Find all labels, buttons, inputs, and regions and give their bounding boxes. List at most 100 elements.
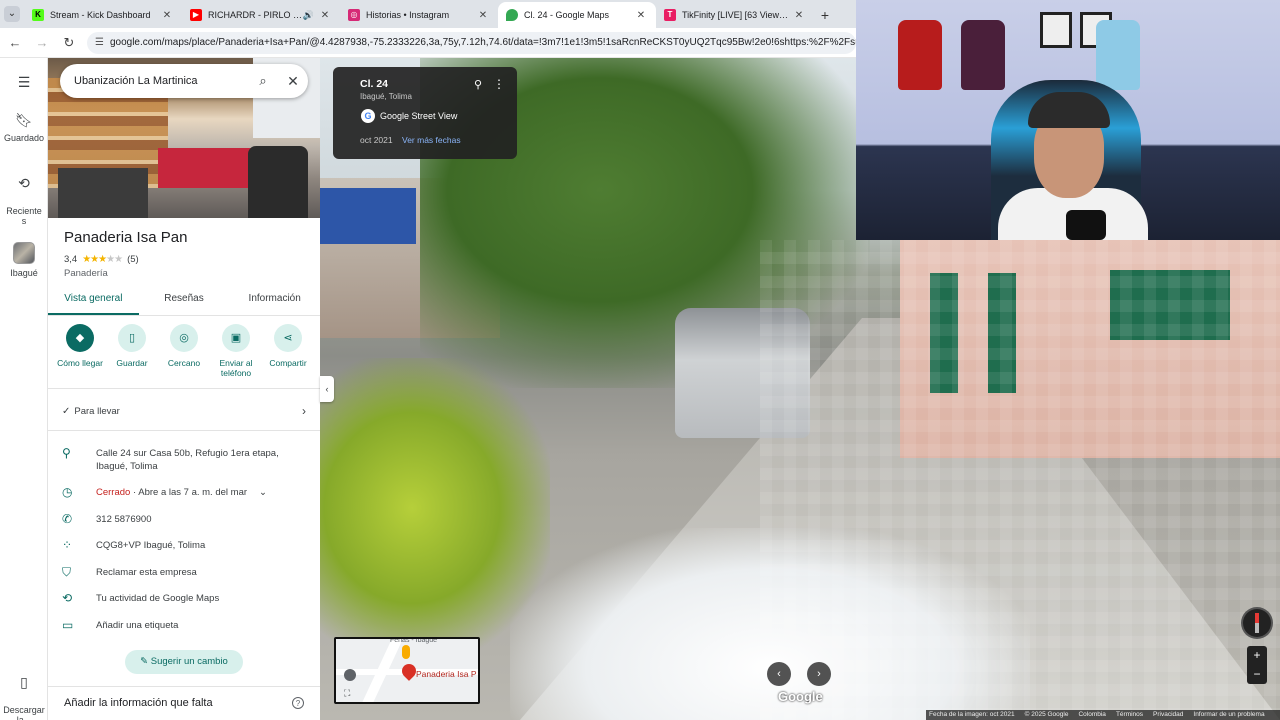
- takeaway-row[interactable]: ✓ Para llevar ›: [62, 404, 306, 418]
- pegman-icon[interactable]: [402, 645, 410, 659]
- nearby-button[interactable]: ◎ Cercano: [158, 324, 210, 378]
- chevron-down-icon: ⌄: [4, 6, 20, 22]
- place-category[interactable]: Panadería: [64, 268, 108, 279]
- share-button[interactable]: ⋖ Compartir: [262, 324, 314, 378]
- pixelation-overlay: [760, 240, 1280, 720]
- suggest-label: Sugerir un cambio: [150, 656, 228, 667]
- sv-next-button[interactable]: ›: [807, 662, 831, 686]
- more-options-icon[interactable]: ⋮: [493, 77, 505, 91]
- directions-button[interactable]: ◆ Cómo llegar: [54, 324, 106, 378]
- tab-kick-dashboard[interactable]: K Stream - Kick Dashboard ✕: [24, 2, 182, 28]
- map-footer: Fecha de la imagen: oct 2021 © 2025 Goog…: [926, 710, 1280, 720]
- activity-row[interactable]: ⟲ Tu actividad de Google Maps: [62, 592, 312, 605]
- phone-icon: ▯: [20, 674, 28, 690]
- search-input[interactable]: [74, 75, 248, 87]
- suggest-edit-button[interactable]: ✎ Sugerir un cambio: [125, 650, 243, 674]
- footer-country[interactable]: Colombia: [1078, 710, 1105, 720]
- forward-button[interactable]: →: [30, 31, 54, 55]
- tab-reviews[interactable]: Reseñas: [139, 288, 230, 315]
- rating-value: 3,4: [64, 254, 78, 265]
- location-pin-icon[interactable]: ⚲: [474, 78, 482, 91]
- tab-search-button[interactable]: ⌄: [0, 0, 24, 28]
- speaker-icon[interactable]: 🔊: [303, 10, 314, 21]
- compass-button[interactable]: [1243, 609, 1271, 637]
- tab-google-maps[interactable]: Cl. 24 - Google Maps ✕: [498, 2, 656, 28]
- new-tab-button[interactable]: +: [814, 2, 836, 28]
- hours-row[interactable]: ◷ Cerrado · Abre a las 7 a. m. del mar ⌄: [62, 486, 312, 499]
- close-tab-icon[interactable]: ✕: [160, 10, 174, 21]
- maps-side-rail: ☰ 🔖︎ Guardado ⟲ Reciente s Ibagué ▯ Desc…: [0, 58, 48, 720]
- close-tab-icon[interactable]: ✕: [476, 10, 490, 21]
- google-watermark: Google: [778, 689, 823, 704]
- save-button[interactable]: ▯ Guardar: [106, 324, 158, 378]
- zoom-in-button[interactable]: +: [1247, 646, 1267, 665]
- sv-prev-button[interactable]: ‹: [767, 662, 791, 686]
- tab-title: RICHARDR - PIRLO (Visualiz: [208, 10, 303, 20]
- jersey-light-blue: [1096, 20, 1140, 90]
- zoom-control: + −: [1247, 646, 1267, 684]
- tab-youtube[interactable]: ▶ RICHARDR - PIRLO (Visualiz 🔊 ✕: [182, 2, 340, 28]
- photo-chair: [248, 146, 308, 218]
- plus-code-row[interactable]: ⁘ CQG8+VP Ibagué, Tolima: [62, 539, 312, 552]
- phone-icon: ✆: [62, 512, 73, 526]
- close-tab-icon[interactable]: ✕: [792, 10, 806, 21]
- back-button[interactable]: ←: [3, 31, 27, 55]
- rail-recents[interactable]: ⟲ Reciente s: [0, 165, 48, 226]
- footer-report[interactable]: Informar de un problema: [1193, 710, 1264, 720]
- action-label: Cómo llegar: [57, 358, 103, 368]
- claim-row[interactable]: ⛉ Reclamar esta empresa: [62, 566, 312, 579]
- rail-ibague[interactable]: Ibagué: [0, 242, 48, 278]
- collapse-panel-button[interactable]: ‹: [320, 376, 334, 402]
- sv-city: Ibagué, Tolima: [360, 92, 412, 101]
- phone-row[interactable]: ✆ 312 5876900: [62, 513, 312, 526]
- history-icon: ⟲: [62, 591, 73, 605]
- sv-more-dates-link[interactable]: Ver más fechas: [402, 135, 461, 145]
- reload-button[interactable]: ↻: [57, 31, 81, 55]
- tab-info[interactable]: Información: [229, 288, 320, 315]
- tab-instagram[interactable]: ◎ Historias • Instagram ✕: [340, 2, 498, 28]
- reload-icon: ↻: [63, 34, 75, 50]
- tab-tikfinity[interactable]: T TikFinity [LIVE] [63 Viewers] ✕: [656, 2, 814, 28]
- site-info-icon[interactable]: ☰: [95, 37, 104, 48]
- send-to-phone-button[interactable]: ▣ Enviar al teléfono: [210, 324, 262, 378]
- hamburger-menu-icon: ☰: [17, 74, 31, 90]
- browser-tab-bar: ⌄ K Stream - Kick Dashboard ✕ ▶ RICHARDR…: [0, 0, 856, 28]
- phone-send-icon: ▣: [222, 324, 250, 352]
- divider: [48, 388, 320, 389]
- expand-icon[interactable]: ⛶: [344, 688, 350, 699]
- shield-check-icon: ⛉: [62, 565, 72, 579]
- star-rating-icon: ★★★★★: [82, 254, 123, 265]
- footer-privacy[interactable]: Privacidad: [1153, 710, 1183, 720]
- minimap-area-label: Ferias - Ibagué: [390, 637, 438, 644]
- pencil-icon: ✎: [140, 656, 151, 667]
- minimap[interactable]: Ferias - Ibagué Panaderia Isa P ⛶: [334, 637, 480, 704]
- rail-saved[interactable]: 🔖︎ Guardado: [0, 112, 48, 143]
- address-bar[interactable]: ☰ google.com/maps/place/Panaderia+Isa+Pa…: [87, 31, 856, 54]
- rail-download[interactable]: ▯ Descargar la...: [0, 664, 48, 720]
- help-icon[interactable]: ?: [292, 697, 304, 709]
- sv-street-name: Cl. 24: [360, 78, 389, 90]
- label-row[interactable]: ▭ Añadir una etiqueta: [62, 619, 312, 632]
- tab-title: TikFinity [LIVE] [63 Viewers]: [682, 10, 792, 20]
- plus-code-icon: ⁘: [62, 538, 73, 552]
- photo-table: [58, 168, 148, 218]
- missing-info-heading: Añadir la información que falta: [64, 697, 213, 709]
- url-text: google.com/maps/place/Panaderia+Isa+Pan/…: [109, 37, 856, 48]
- footer-terms[interactable]: Términos: [1116, 710, 1143, 720]
- close-tab-icon[interactable]: ✕: [318, 10, 332, 21]
- menu-button[interactable]: ☰: [0, 74, 48, 95]
- layers-icon[interactable]: [344, 669, 356, 681]
- hours-text: Cerrado · Abre a las 7 a. m. del mar ⌄: [96, 486, 267, 499]
- zoom-out-button[interactable]: −: [1247, 665, 1267, 684]
- rating-row[interactable]: 3,4 ★★★★★ (5): [64, 254, 139, 265]
- close-tab-icon[interactable]: ✕: [634, 10, 648, 21]
- history-icon: ⟲: [18, 175, 30, 191]
- divider: [48, 686, 320, 687]
- close-icon[interactable]: ✕: [278, 73, 308, 90]
- address-row[interactable]: ⚲ Calle 24 sur Casa 50b, Refugio 1era et…: [62, 447, 312, 473]
- search-icon[interactable]: ⌕: [248, 73, 278, 89]
- clock-icon: ◷: [62, 485, 73, 499]
- place-actions: ◆ Cómo llegar ▯ Guardar ◎ Cercano ▣ Envi…: [48, 324, 320, 378]
- tab-overview[interactable]: Vista general: [48, 288, 139, 315]
- street-view-info-card: Cl. 24 Ibagué, Tolima G Google Street Vi…: [333, 67, 517, 159]
